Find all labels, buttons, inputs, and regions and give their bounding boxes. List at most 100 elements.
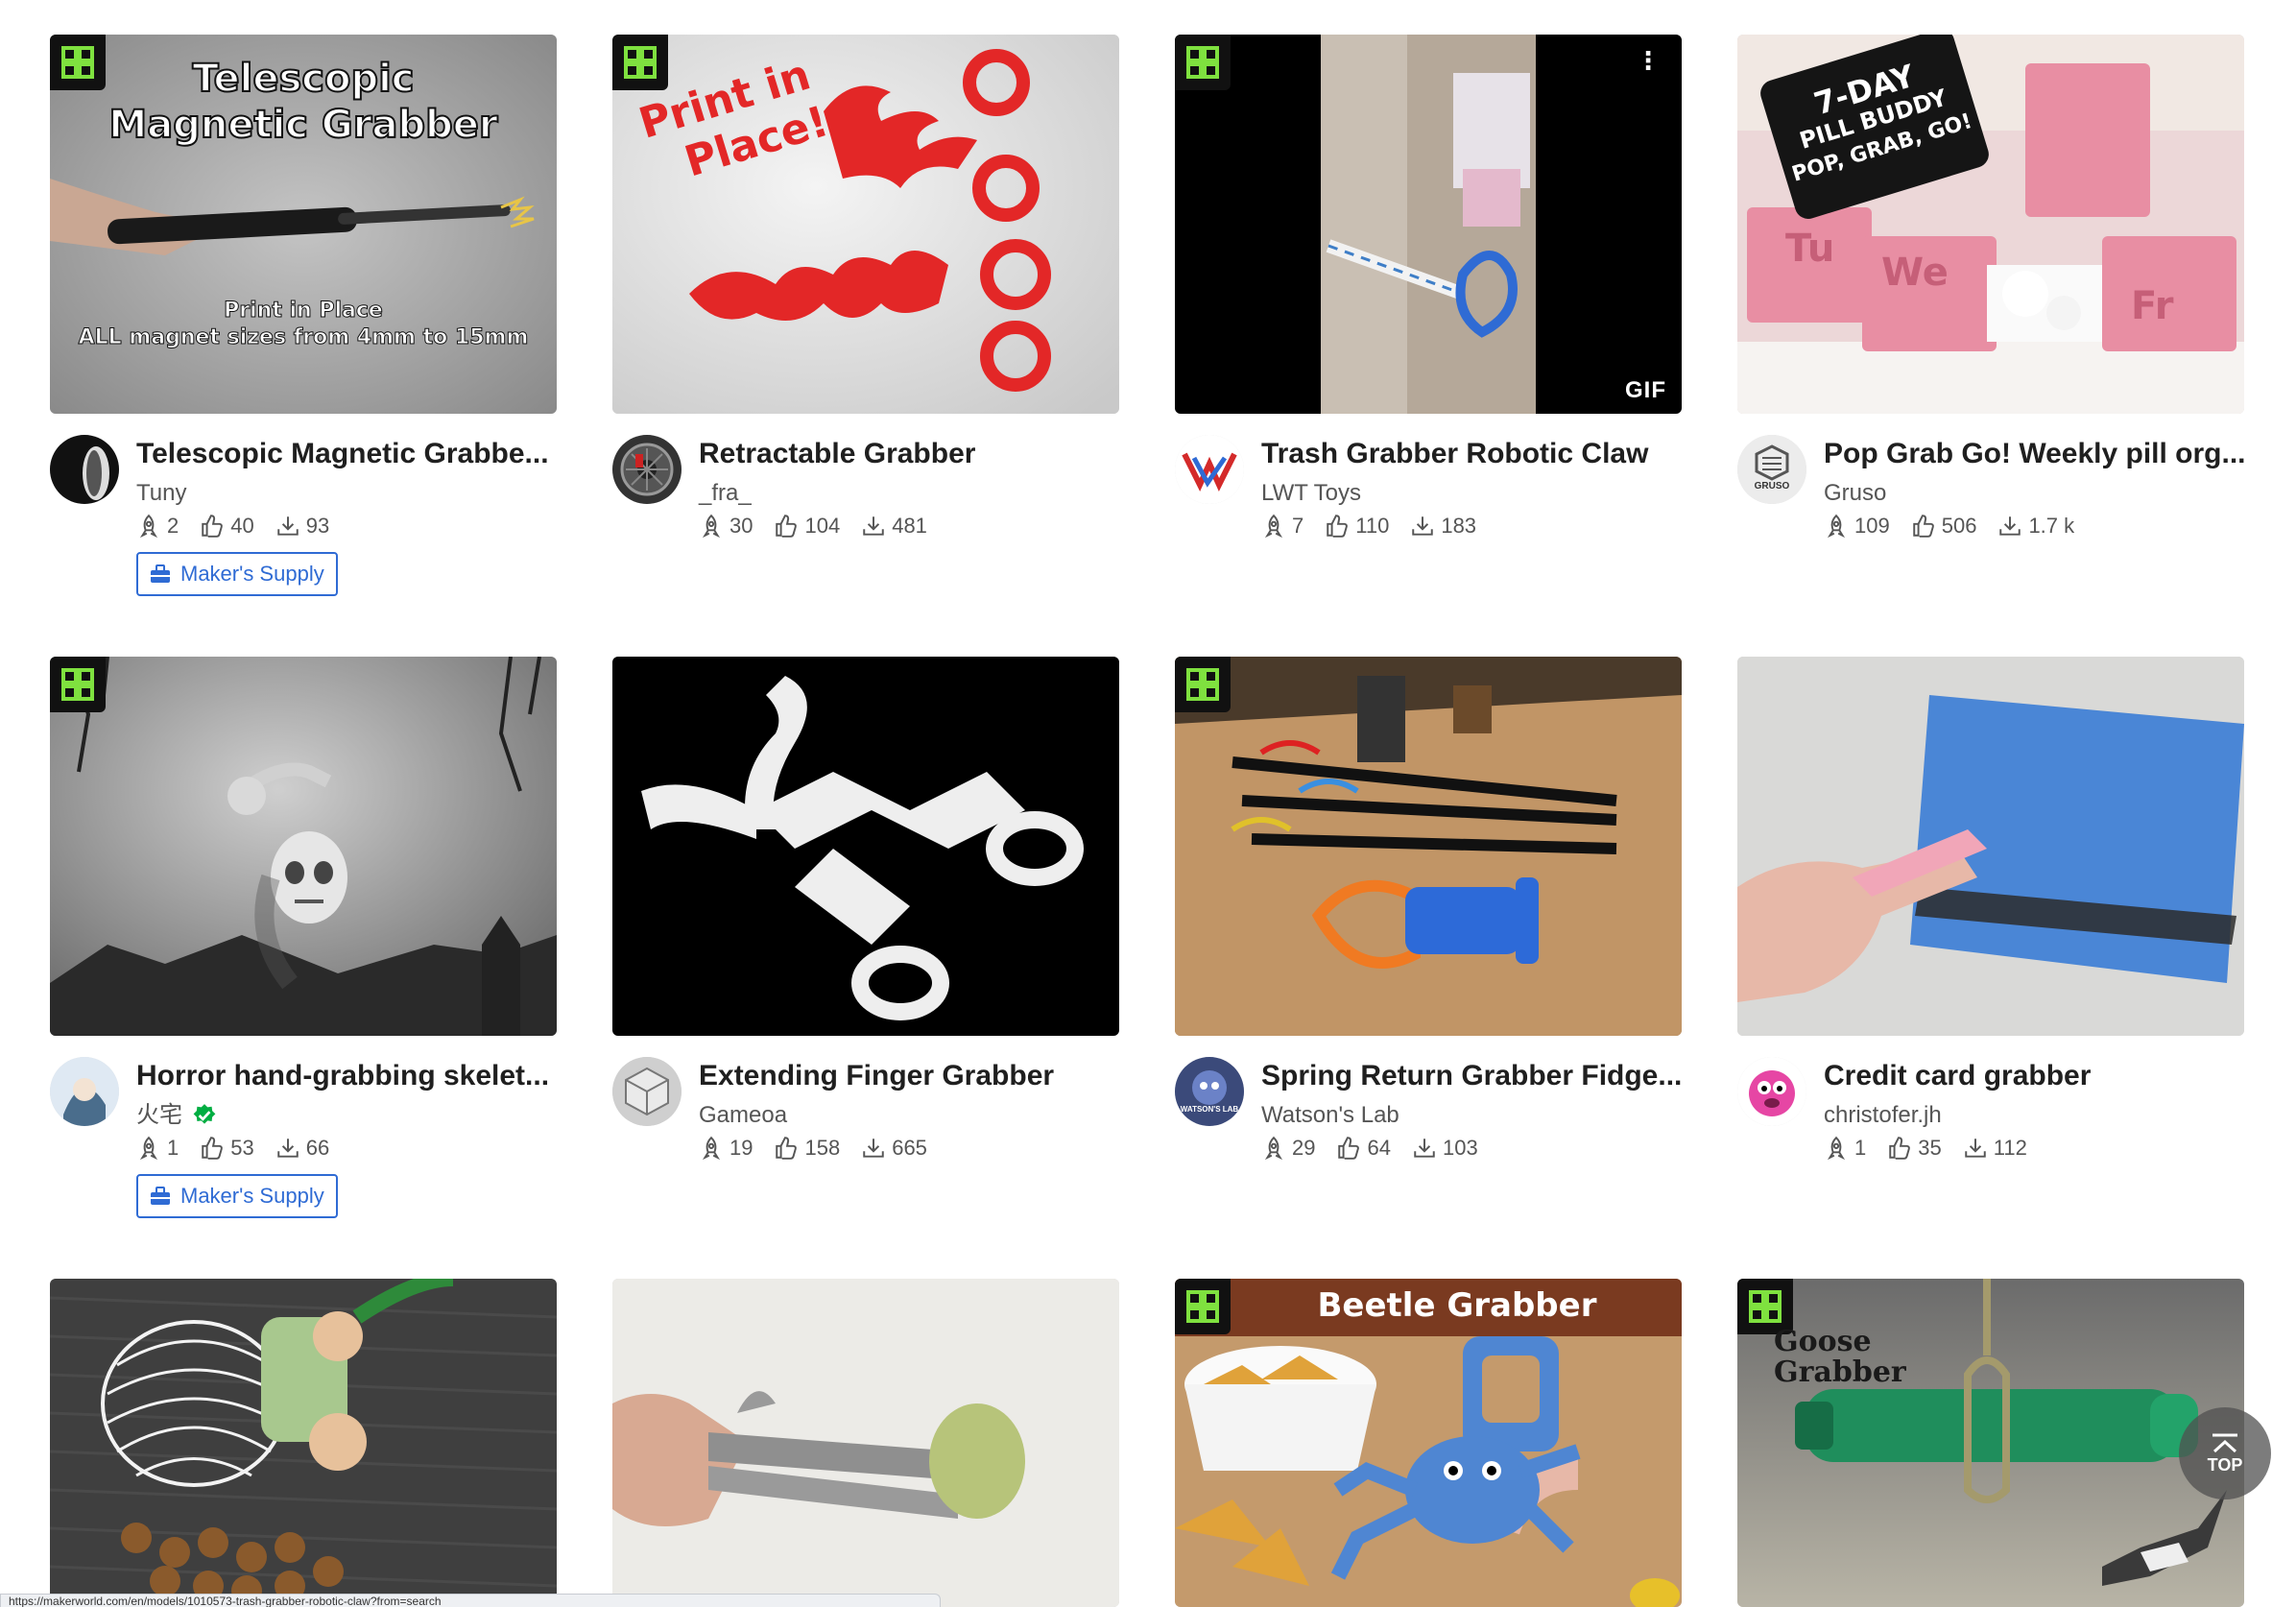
author-name-text[interactable]: Watson's Lab — [1261, 1101, 1399, 1130]
author-name-text[interactable]: LWT Toys — [1261, 479, 1361, 508]
boost-icon — [1827, 1136, 1846, 1161]
author-name[interactable]: Watson's Lab — [1261, 1101, 1399, 1130]
author-name[interactable]: _fra_ — [699, 479, 752, 508]
author-avatar[interactable] — [50, 1057, 119, 1126]
thumbnail-overlay-caption: Print in Place ALL magnet sizes from 4mm… — [78, 299, 529, 350]
model-thumbnail[interactable] — [612, 1279, 1119, 1607]
more-options-icon[interactable]: ⋮ — [1636, 48, 1661, 73]
boost-icon — [702, 514, 721, 539]
author-name-text[interactable]: _fra_ — [699, 479, 752, 508]
download-count: 103 — [1442, 1136, 1478, 1160]
author-name[interactable]: LWT Toys — [1261, 479, 1361, 508]
back-to-top-button[interactable]: TOP — [2179, 1407, 2271, 1499]
author-avatar[interactable] — [1175, 435, 1244, 504]
download-count: 183 — [1441, 514, 1477, 538]
model-thumbnail[interactable] — [50, 1279, 557, 1607]
model-title[interactable]: Trash Grabber Robotic Claw — [1261, 435, 1684, 473]
model-thumbnail[interactable]: ⋮ GIF — [1175, 35, 1682, 414]
author-name-text[interactable]: Gameoa — [699, 1101, 787, 1130]
author-avatar[interactable] — [612, 435, 682, 504]
model-thumbnail[interactable]: Beetle Grabber — [1175, 1279, 1682, 1607]
thumbnail-overlay-title: Beetle Grabber — [1317, 1286, 1597, 1325]
model-thumbnail[interactable] — [1175, 657, 1682, 1036]
model-stats: 29 64 103 — [1261, 1134, 1494, 1163]
author-name[interactable]: christofer.jh — [1824, 1101, 1942, 1130]
model-title[interactable]: Retractable Grabber — [699, 435, 1121, 473]
author-avatar[interactable] — [50, 435, 119, 504]
author-name-text[interactable]: Gruso — [1824, 479, 1886, 508]
author-avatar[interactable] — [612, 1057, 682, 1126]
boost-count: 19 — [729, 1136, 753, 1160]
link-status-bar: https://makerworld.com/en/models/1010573… — [0, 1594, 941, 1607]
download-icon — [1414, 1139, 1435, 1158]
model-card[interactable]: Goose Grabber — [1737, 1279, 2244, 1607]
author-name-text[interactable]: 火宅 — [136, 1101, 182, 1130]
model-thumbnail[interactable]: 7-DAY PILL BUDDY POP, GRAB, GO! Tu We Fr — [1737, 35, 2244, 414]
thumbnail-art — [1175, 35, 1682, 414]
boost-icon — [139, 1136, 158, 1161]
model-thumbnail[interactable]: Print in Place! — [612, 35, 1119, 414]
like-count: 158 — [804, 1136, 841, 1160]
model-stats: 30 104 481 — [699, 512, 943, 540]
model-title[interactable]: Credit card grabber — [1824, 1057, 2246, 1095]
avatar-text: GRUSO — [1754, 481, 1790, 492]
model-card[interactable]: Telescopic Magnetic Grabber Print in Pla… — [50, 35, 557, 608]
thumbnail-art — [612, 657, 1119, 1036]
makers-supply-tag[interactable]: Maker's Supply — [136, 552, 338, 596]
model-stats: 1 53 66 — [136, 1134, 345, 1163]
download-icon — [863, 516, 884, 536]
model-title[interactable]: Pop Grab Go! Weekly pill org... — [1824, 435, 2246, 473]
download-icon — [1999, 516, 2021, 536]
author-name[interactable]: Gruso — [1824, 479, 1886, 508]
author-name[interactable]: Tuny — [136, 479, 186, 508]
model-card[interactable]: Horror hand-grabbing skelet... 火宅 1 53 6… — [50, 657, 557, 1230]
author-name-text[interactable]: christofer.jh — [1824, 1101, 1942, 1130]
model-title[interactable]: Spring Return Grabber Fidge... — [1261, 1057, 1684, 1095]
model-stats: 7 110 183 — [1261, 512, 1492, 540]
like-count: 53 — [230, 1136, 254, 1160]
author-avatar[interactable]: WATSON'S LAB — [1175, 1057, 1244, 1126]
like-icon — [202, 515, 224, 538]
model-card[interactable]: Extending Finger Grabber Gameoa 19 158 6… — [612, 657, 1119, 1230]
model-card[interactable]: WATSON'S LAB Spring Return Grabber Fidge… — [1175, 657, 1682, 1230]
thumbnail-art — [1175, 1279, 1682, 1607]
model-thumbnail[interactable]: Telescopic Magnetic Grabber Print in Pla… — [50, 35, 557, 414]
download-count: 93 — [305, 514, 330, 538]
model-stats: 109 506 1.7 k — [1824, 512, 2090, 540]
download-count: 665 — [892, 1136, 927, 1160]
model-thumbnail[interactable] — [612, 657, 1119, 1036]
model-card[interactable]: Credit card grabber christofer.jh 1 35 1… — [1737, 657, 2244, 1230]
boost-count: 1 — [167, 1136, 179, 1160]
model-title[interactable]: Telescopic Magnetic Grabbe... — [136, 435, 559, 473]
avatar-text: WATSON'S LAB — [1180, 1105, 1239, 1114]
model-card[interactable]: ⋮ GIF Trash Grabber Robotic Claw LWT Toy… — [1175, 35, 1682, 608]
model-card[interactable]: Beetle Grabber — [1175, 1279, 1682, 1607]
author-name[interactable]: 火宅 — [136, 1101, 217, 1130]
author-avatar[interactable] — [1737, 1057, 1806, 1126]
pill-day-labels: Tu We Fr — [1785, 227, 2174, 328]
model-stats: 19 158 665 — [699, 1134, 943, 1163]
boost-icon — [1264, 514, 1283, 539]
model-thumbnail[interactable] — [1737, 657, 2244, 1036]
model-title[interactable]: Horror hand-grabbing skelet... — [136, 1057, 559, 1095]
download-icon — [277, 516, 299, 536]
model-thumbnail[interactable] — [50, 657, 557, 1036]
like-icon — [1338, 1137, 1360, 1160]
author-avatar[interactable]: GRUSO — [1737, 435, 1806, 504]
model-card[interactable]: 7-DAY PILL BUDDY POP, GRAB, GO! Tu We Fr… — [1737, 35, 2246, 608]
chevron-up-icon — [2212, 1433, 2237, 1452]
download-count: 1.7 k — [2028, 514, 2075, 538]
like-icon — [1889, 1137, 1911, 1160]
makers-supply-tag[interactable]: Maker's Supply — [136, 1174, 338, 1218]
model-card[interactable]: Print in Place! Retractable Grabber _fra… — [612, 35, 1119, 608]
model-card[interactable] — [50, 1279, 557, 1607]
model-title[interactable]: Extending Finger Grabber — [699, 1057, 1121, 1095]
boost-count: 109 — [1854, 514, 1890, 538]
author-name[interactable]: Gameoa — [699, 1101, 787, 1130]
maker-badge-icon — [1175, 1279, 1231, 1334]
like-count: 35 — [1918, 1136, 1942, 1160]
author-name-text[interactable]: Tuny — [136, 479, 186, 508]
model-card[interactable] — [612, 1279, 1119, 1607]
download-icon — [1965, 1139, 1986, 1158]
model-thumbnail[interactable]: Goose Grabber — [1737, 1279, 2244, 1607]
